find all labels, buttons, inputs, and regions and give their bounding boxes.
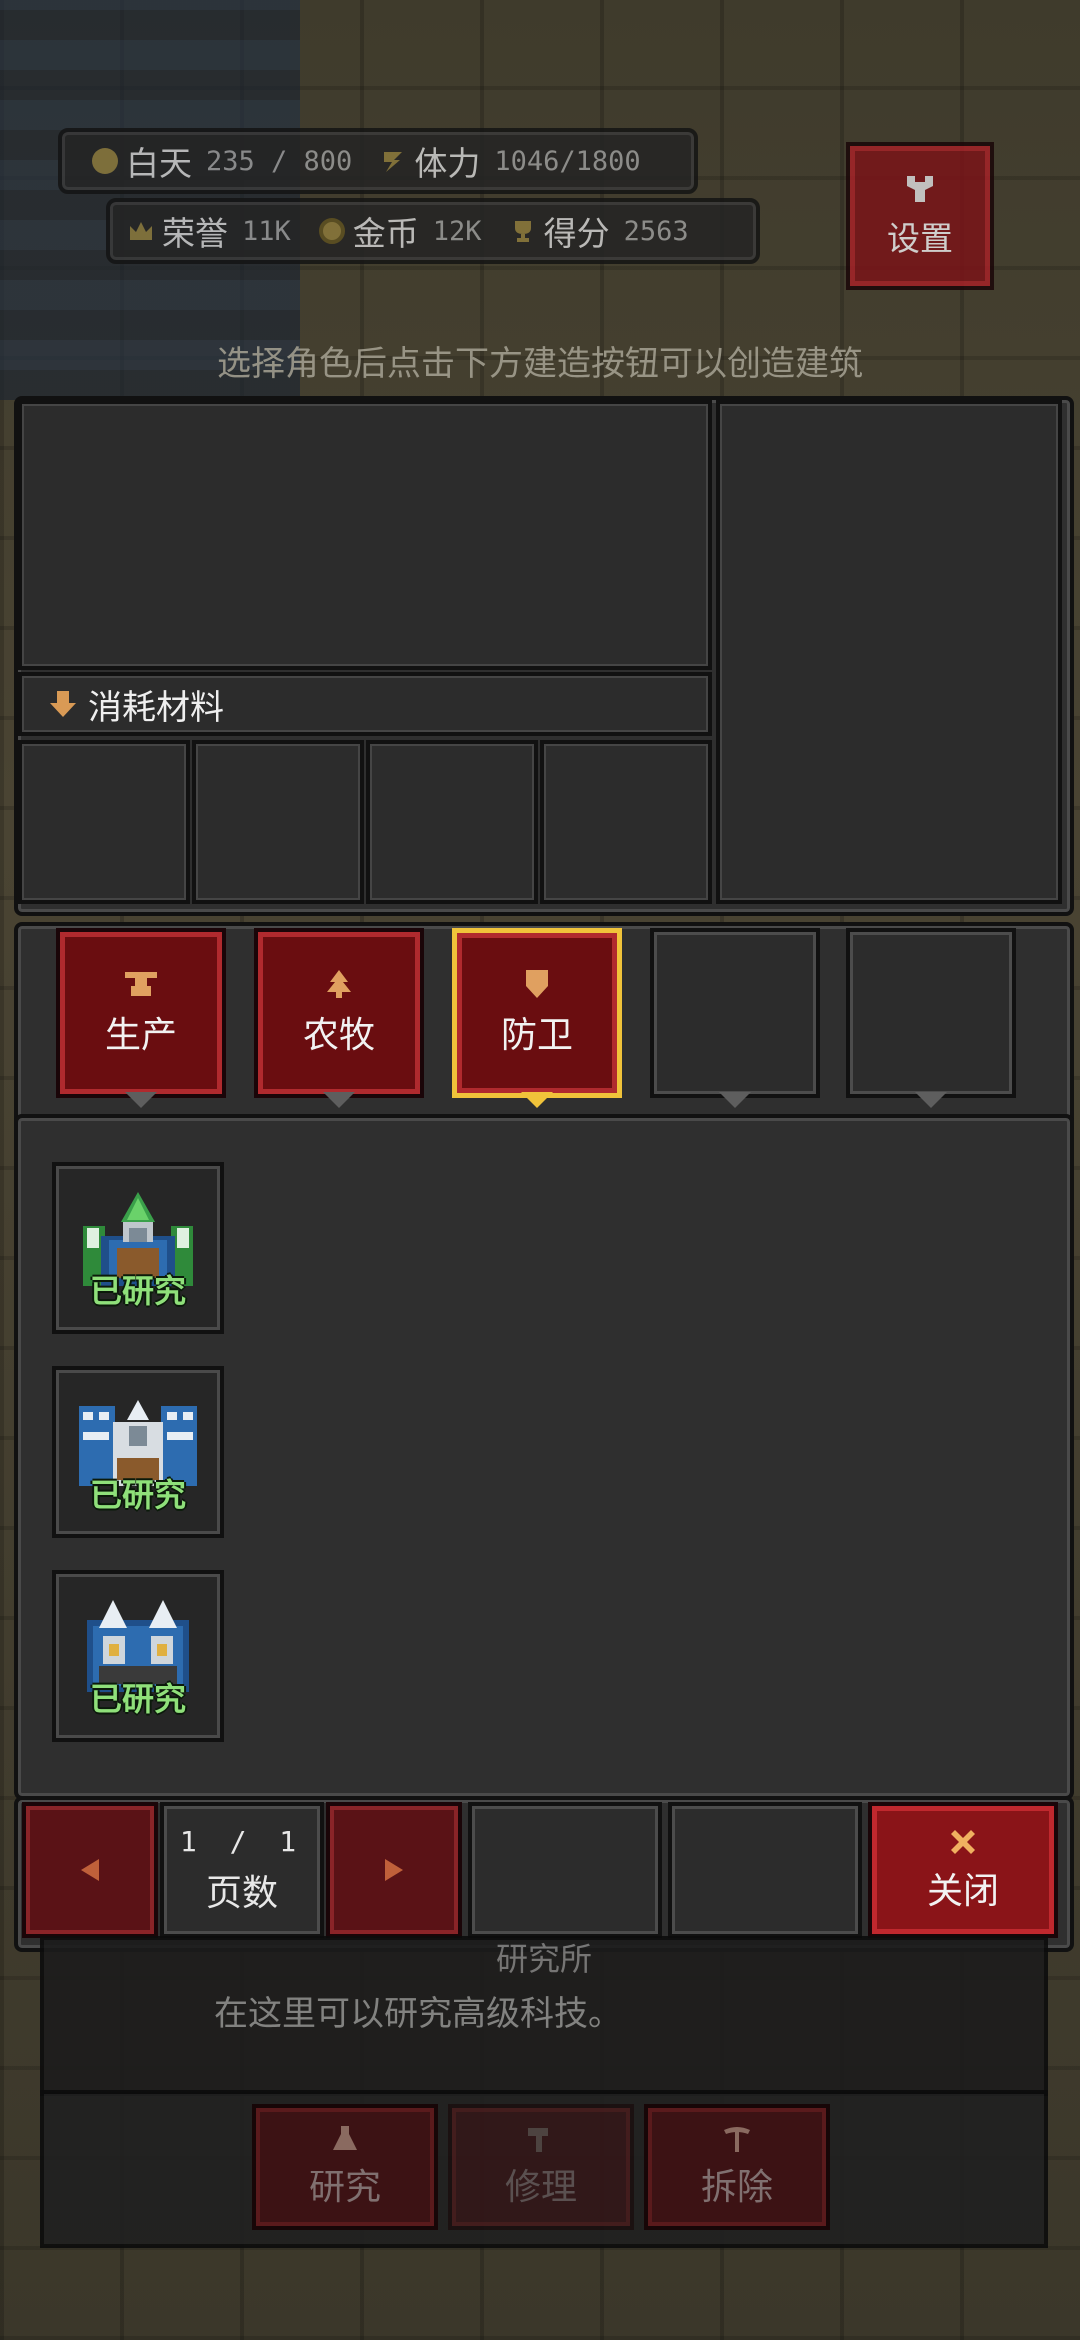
close-button[interactable]: 关闭 bbox=[868, 1802, 1058, 1938]
settings-button[interactable]: 设置 bbox=[846, 142, 994, 290]
pickaxe-icon bbox=[724, 2127, 750, 2152]
gold-coin-icon bbox=[318, 218, 345, 244]
settings-label: 设置 bbox=[887, 219, 953, 258]
prev-page-button[interactable] bbox=[22, 1802, 158, 1938]
building-name: 研究所 bbox=[495, 1940, 592, 1978]
research-button[interactable]: 研究 bbox=[252, 2104, 438, 2230]
tab-defense[interactable]: 防卫 bbox=[452, 928, 622, 1098]
crown-icon bbox=[130, 222, 152, 240]
researched-label: 已研究 bbox=[89, 1476, 186, 1514]
material-slot bbox=[540, 740, 712, 904]
sun-icon bbox=[92, 148, 118, 174]
tab-label: 防卫 bbox=[500, 1015, 573, 1056]
honor-label: 荣誉 bbox=[162, 214, 228, 253]
repair-button[interactable]: 修理 bbox=[448, 2104, 634, 2230]
close-icon bbox=[951, 1830, 975, 1854]
next-page-button[interactable] bbox=[326, 1802, 462, 1938]
building-description: 在这里可以研究高级科技。 bbox=[214, 1994, 622, 2034]
researched-label: 已研究 bbox=[89, 1680, 186, 1718]
building-item[interactable]: 已研究 bbox=[52, 1162, 224, 1334]
arrow-left-icon bbox=[81, 1859, 99, 1881]
tab-farming[interactable]: 农牧 bbox=[254, 928, 424, 1098]
close-label: 关闭 bbox=[926, 1871, 999, 1912]
score-value: 2563 bbox=[623, 215, 689, 247]
material-slot bbox=[192, 740, 364, 904]
tab-arrow bbox=[125, 1092, 157, 1108]
day-label: 白天 bbox=[126, 144, 192, 183]
material-slot bbox=[18, 740, 190, 904]
tree-icon bbox=[327, 970, 351, 998]
resource-bar-bottom: 荣誉 11K 金币 12K 得分 2563 bbox=[106, 198, 760, 264]
tab-arrow bbox=[915, 1092, 947, 1108]
tab-label: 农牧 bbox=[302, 1015, 375, 1056]
arrow-right-icon bbox=[385, 1859, 403, 1881]
tab-label: 生产 bbox=[104, 1015, 177, 1056]
tab-production[interactable]: 生产 bbox=[56, 928, 226, 1098]
score-label: 得分 bbox=[543, 214, 610, 253]
building-preview-area bbox=[18, 400, 712, 670]
arrow-down-icon bbox=[50, 691, 76, 717]
research-label: 研究 bbox=[308, 2167, 381, 2208]
build-hint: 选择角色后点击下方建造按钮可以创造建筑 bbox=[217, 344, 863, 384]
stamina-value: 1046/1800 bbox=[494, 145, 641, 177]
gold-label: 金币 bbox=[352, 214, 419, 253]
trophy-icon bbox=[514, 221, 531, 242]
wrench-icon bbox=[907, 176, 933, 202]
building-info-panel: 研究所 在这里可以研究高级科技。 bbox=[40, 1936, 1048, 2096]
tab-arrow bbox=[719, 1092, 751, 1108]
page-separator: / bbox=[229, 1824, 255, 1858]
lightning-icon bbox=[384, 152, 403, 172]
building-item[interactable]: 已研究 bbox=[52, 1570, 224, 1742]
gold-value: 12K bbox=[432, 215, 482, 247]
demolish-button[interactable]: 拆除 bbox=[644, 2104, 830, 2230]
material-slot bbox=[366, 740, 538, 904]
tab-empty bbox=[846, 928, 1016, 1098]
empty-slot bbox=[468, 1802, 662, 1938]
page-total: 1 bbox=[279, 1824, 305, 1858]
resource-bar-top: 白天 235 / 800 体力 1046/1800 bbox=[58, 128, 698, 194]
hammer-icon bbox=[528, 2128, 548, 2152]
shield-icon bbox=[526, 970, 548, 998]
page-label: 页数 bbox=[205, 1872, 278, 1914]
day-value: 235 / 800 bbox=[206, 145, 353, 177]
tab-arrow bbox=[323, 1092, 355, 1108]
empty-slot bbox=[668, 1802, 862, 1938]
demolish-label: 拆除 bbox=[700, 2167, 773, 2208]
tab-empty bbox=[650, 928, 820, 1098]
stamina-label: 体力 bbox=[414, 144, 481, 183]
page-indicator: 1 / 1 页数 bbox=[160, 1802, 324, 1938]
building-side-info bbox=[716, 400, 1062, 904]
page-number: 1 / 1 bbox=[180, 1825, 304, 1858]
researched-label: 已研究 bbox=[89, 1272, 186, 1310]
honor-value: 11K bbox=[242, 215, 291, 247]
anvil-icon bbox=[125, 972, 157, 996]
repair-label: 修理 bbox=[504, 2167, 577, 2208]
materials-header: 消耗材料 bbox=[18, 672, 712, 736]
building-item[interactable]: 已研究 bbox=[52, 1366, 224, 1538]
flask-icon bbox=[333, 2126, 357, 2150]
materials-label: 消耗材料 bbox=[88, 687, 224, 728]
tab-arrow-selected bbox=[521, 1092, 553, 1108]
page-current: 1 bbox=[179, 1824, 205, 1858]
